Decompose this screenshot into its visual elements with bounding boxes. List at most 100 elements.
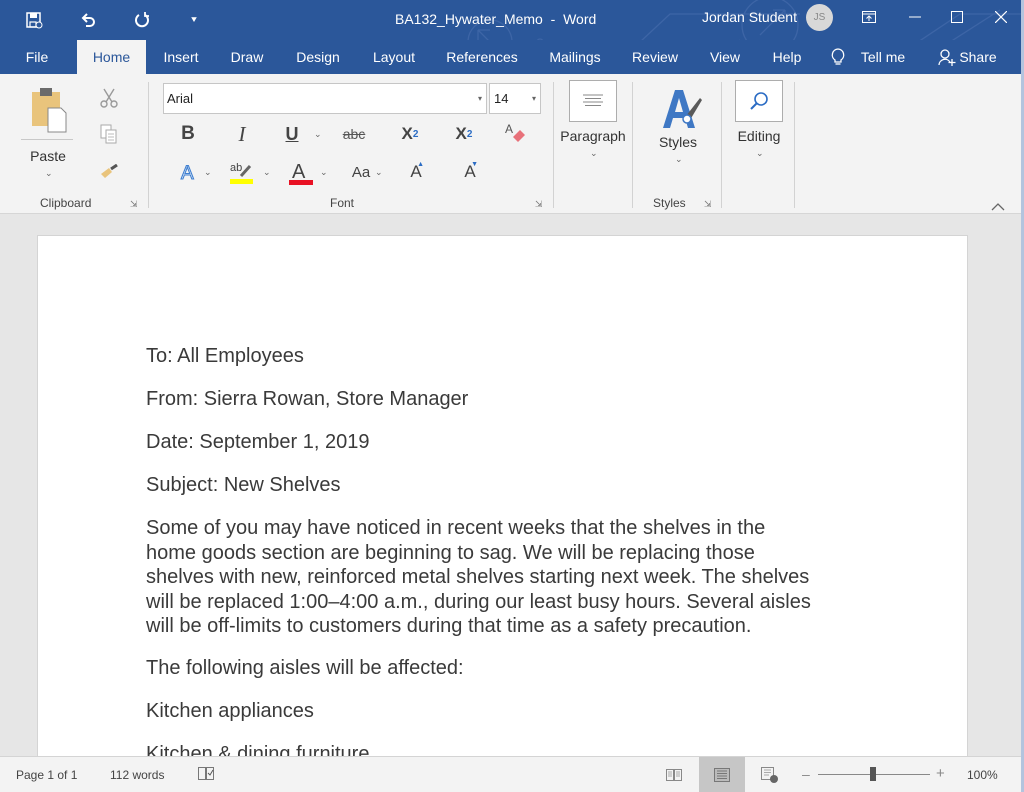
clipboard-paste-icon bbox=[32, 88, 67, 133]
paragraph-label[interactable]: Paragraph bbox=[557, 128, 629, 144]
tell-me-search[interactable]: Tell me bbox=[856, 40, 910, 74]
read-mode-button[interactable] bbox=[651, 757, 697, 792]
separator bbox=[632, 82, 633, 208]
font-dialog-launcher-icon[interactable]: ⇲ bbox=[535, 199, 545, 209]
format-painter-icon[interactable] bbox=[97, 160, 121, 184]
paste-chevron-icon: ⌄ bbox=[45, 168, 53, 178]
document-canvas[interactable]: To: All Employees From: Sierra Rowan, St… bbox=[0, 215, 1024, 756]
separator bbox=[148, 82, 149, 208]
tab-file[interactable]: File bbox=[14, 40, 60, 74]
print-layout-button[interactable] bbox=[699, 757, 745, 792]
print-layout-icon bbox=[714, 768, 730, 782]
tab-layout[interactable]: Layout bbox=[368, 40, 420, 74]
customize-qat-icon[interactable]: ⯆ bbox=[180, 8, 208, 32]
lightbulb-icon[interactable] bbox=[830, 48, 846, 71]
clear-formatting-icon[interactable]: A bbox=[502, 120, 528, 146]
bold-button[interactable]: B bbox=[176, 122, 200, 146]
svg-text:ab: ab bbox=[230, 162, 242, 174]
italic-button[interactable]: I bbox=[230, 122, 254, 146]
body-line: Some of you may have noticed in recent w… bbox=[146, 517, 766, 539]
superscript-button[interactable]: X2 bbox=[450, 122, 478, 146]
font-size-dropdown-icon[interactable]: ▾ bbox=[532, 84, 536, 113]
tab-design[interactable]: Design bbox=[292, 40, 344, 74]
shrink-font-button[interactable]: A ▼ bbox=[458, 160, 482, 184]
strikethrough-button[interactable]: abc bbox=[340, 122, 368, 146]
aisle-item: Kitchen appliances bbox=[146, 700, 314, 722]
memo-to: To: All Employees bbox=[146, 345, 304, 367]
subscript-x: X bbox=[401, 124, 413, 143]
cut-icon[interactable] bbox=[97, 86, 121, 110]
zoom-level[interactable]: 100% bbox=[967, 768, 998, 782]
maximize-icon[interactable] bbox=[934, 0, 980, 34]
web-layout-icon bbox=[761, 767, 778, 783]
text-effects-icon[interactable]: A bbox=[178, 160, 200, 184]
svg-text:A: A bbox=[181, 163, 194, 183]
zoom-slider-thumb[interactable] bbox=[870, 767, 876, 781]
status-bar: Page 1 of 1 112 words – + 100% bbox=[0, 756, 1024, 792]
tab-mailings[interactable]: Mailings bbox=[544, 40, 606, 74]
clipboard-dialog-launcher-icon[interactable]: ⇲ bbox=[130, 199, 140, 209]
clipboard-group-label: Clipboard bbox=[40, 196, 92, 210]
subscript-mark: 2 bbox=[412, 128, 419, 140]
close-icon[interactable] bbox=[978, 0, 1024, 34]
font-color-icon[interactable]: A bbox=[288, 158, 314, 186]
save-icon[interactable] bbox=[20, 8, 48, 32]
paste-button[interactable]: Paste ⌄ bbox=[21, 82, 74, 178]
memo-subject: Subject: New Shelves bbox=[146, 474, 341, 496]
document-page[interactable]: To: All Employees From: Sierra Rowan, St… bbox=[37, 235, 968, 756]
styles-button-label[interactable]: Styles bbox=[646, 134, 710, 150]
ribbon-display-options-icon[interactable] bbox=[846, 0, 892, 34]
tab-help[interactable]: Help bbox=[768, 40, 806, 74]
page-count[interactable]: Page 1 of 1 bbox=[16, 768, 77, 782]
svg-text:A: A bbox=[505, 122, 513, 136]
copy-icon[interactable] bbox=[97, 122, 121, 146]
tab-view[interactable]: View bbox=[706, 40, 744, 74]
font-color-dropdown-icon[interactable]: ⌄ bbox=[320, 167, 328, 178]
avatar[interactable]: JS bbox=[806, 4, 833, 31]
web-layout-button[interactable] bbox=[747, 757, 793, 792]
tab-references[interactable]: References bbox=[444, 40, 520, 74]
collapse-ribbon-icon[interactable] bbox=[991, 198, 1005, 216]
text-effects-dropdown-icon[interactable]: ⌄ bbox=[204, 167, 212, 178]
shrink-arrow-icon: ▼ bbox=[471, 161, 478, 168]
font-name-dropdown-icon[interactable]: ▾ bbox=[478, 84, 482, 113]
paragraph-chevron-icon[interactable]: ⌄ bbox=[590, 148, 598, 159]
tab-review[interactable]: Review bbox=[630, 40, 680, 74]
editing-label[interactable]: Editing bbox=[724, 128, 794, 144]
paragraph-button[interactable] bbox=[569, 80, 617, 122]
styles-dialog-launcher-icon[interactable]: ⇲ bbox=[704, 199, 714, 209]
grow-font-button[interactable]: A ▲ bbox=[404, 160, 428, 184]
zoom-out-button[interactable]: – bbox=[802, 766, 810, 782]
change-case-dropdown-icon[interactable]: ⌄ bbox=[375, 167, 383, 178]
underline-button[interactable]: U bbox=[280, 122, 304, 146]
tab-draw[interactable]: Draw bbox=[224, 40, 270, 74]
proofing-icon[interactable] bbox=[198, 767, 214, 784]
font-name-combobox[interactable]: Arial ▾ bbox=[163, 83, 487, 114]
tab-home[interactable]: Home bbox=[77, 40, 146, 74]
font-group-label: Font bbox=[330, 196, 355, 210]
paragraph-lines-icon bbox=[583, 94, 603, 106]
word-count[interactable]: 112 words bbox=[110, 768, 164, 782]
zoom-in-button[interactable]: + bbox=[936, 765, 945, 782]
editing-chevron-icon[interactable]: ⌄ bbox=[756, 148, 764, 159]
read-mode-icon bbox=[666, 769, 682, 781]
styles-chevron-icon[interactable]: ⌄ bbox=[675, 154, 683, 165]
subscript-button[interactable]: X2 bbox=[396, 122, 424, 146]
underline-dropdown-icon[interactable]: ⌄ bbox=[314, 129, 322, 140]
font-size-value: 14 bbox=[494, 91, 509, 106]
styles-icon[interactable] bbox=[660, 86, 702, 137]
redo-icon[interactable] bbox=[128, 8, 156, 32]
font-size-combobox[interactable]: 14 ▾ bbox=[489, 83, 541, 114]
tab-insert[interactable]: Insert bbox=[158, 40, 204, 74]
separator bbox=[721, 82, 722, 208]
separator bbox=[794, 82, 795, 208]
change-case-button[interactable]: Aa bbox=[348, 160, 374, 184]
editing-button[interactable] bbox=[735, 80, 783, 122]
highlight-dropdown-icon[interactable]: ⌄ bbox=[263, 167, 271, 178]
highlight-color-icon[interactable]: ab bbox=[228, 158, 256, 186]
share-button[interactable]: Share bbox=[958, 40, 998, 74]
share-person-icon[interactable] bbox=[938, 49, 956, 71]
minimize-icon[interactable] bbox=[892, 0, 938, 34]
undo-icon[interactable] bbox=[74, 8, 102, 32]
user-name[interactable]: Jordan Student bbox=[702, 9, 797, 25]
